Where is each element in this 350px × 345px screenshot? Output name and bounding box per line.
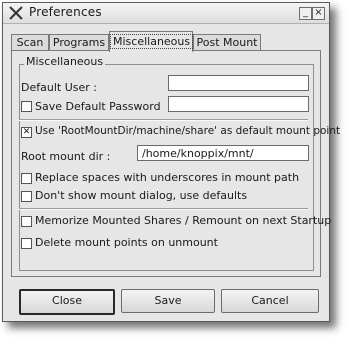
preferences-window: Preferences _ × Scan Programs Miscellane…: [2, 2, 340, 322]
minimize-button[interactable]: _: [299, 7, 312, 20]
save-button[interactable]: Save: [121, 289, 215, 313]
window-title: Preferences: [29, 5, 102, 19]
default-user-label: Default User :: [21, 81, 97, 94]
dont-show-dialog-label: Don't show mount dialog, use defaults: [35, 189, 248, 202]
delete-mount-points-label: Delete mount points on unmount: [35, 236, 218, 249]
close-button[interactable]: Close: [19, 289, 115, 315]
default-user-field[interactable]: [168, 75, 309, 91]
delete-mount-points-checkbox[interactable]: [21, 238, 32, 249]
root-mount-dir-field[interactable]: /home/knoppix/mnt/: [137, 145, 309, 161]
tab-miscellaneous-label: Miscellaneous: [110, 34, 194, 49]
save-default-password-label: Save Default Password: [35, 100, 161, 113]
separator: [19, 208, 308, 210]
tab-miscellaneous[interactable]: Miscellaneous: [109, 31, 194, 52]
title-bar[interactable]: Preferences _ ×: [3, 3, 329, 24]
close-window-button[interactable]: ×: [312, 7, 325, 20]
cancel-button[interactable]: Cancel: [221, 289, 319, 313]
root-mount-dir-label: Root mount dir :: [21, 150, 111, 163]
use-rootmountdir-label: Use 'RootMountDir/machine/share' as defa…: [35, 125, 341, 137]
default-password-field[interactable]: [168, 96, 309, 112]
replace-spaces-label: Replace spaces with underscores in mount…: [35, 171, 300, 184]
tab-programs[interactable]: Programs: [49, 34, 109, 51]
tab-scan[interactable]: Scan: [11, 34, 49, 51]
memorize-shares-label: Memorize Mounted Shares / Remount on nex…: [35, 214, 332, 227]
tab-post-mount[interactable]: Post Mount: [193, 34, 261, 51]
x-logo-icon: [9, 6, 23, 20]
memorize-shares-checkbox[interactable]: [21, 216, 32, 227]
dont-show-dialog-checkbox[interactable]: [21, 191, 32, 202]
replace-spaces-checkbox[interactable]: [21, 173, 32, 184]
separator: [19, 119, 308, 121]
save-default-password-checkbox[interactable]: [21, 101, 32, 112]
use-rootmountdir-checkbox[interactable]: ✕: [21, 127, 32, 138]
group-title: Miscellaneous: [24, 55, 106, 68]
